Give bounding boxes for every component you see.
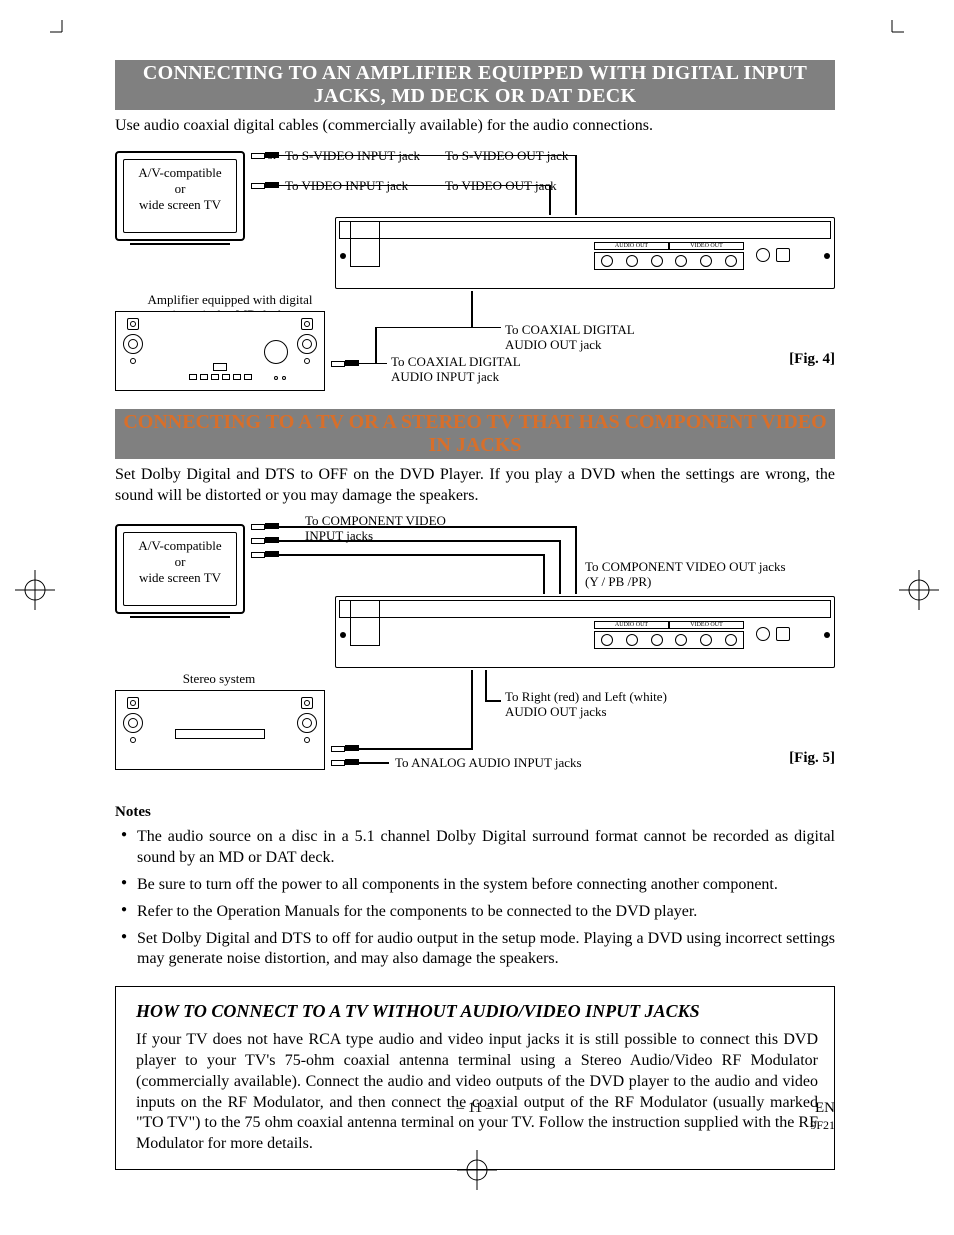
component-out-label: To COMPONENT VIDEO OUT jacks (Y / PB /PR… [585,560,786,590]
tv-label: or [117,554,243,570]
or-label: or [267,149,277,163]
dvd-player-icon: AUDIO OUTVIDEO OUT [335,596,835,668]
stereo-caption: Stereo system [159,672,279,687]
plug-icon [251,522,279,530]
coax-in-label: To COAXIAL DIGITAL AUDIO INPUT jack [391,355,521,385]
note-item: Be sure to turn off the power to all com… [125,875,835,896]
figure-number: [Fig. 4] [789,351,835,368]
jack-panel: AUDIO OUTVIDEO OUT [594,621,744,663]
figure-5: A/V-compatible or wide screen TV To COMP… [115,514,835,794]
stereo-system-icon [115,690,325,770]
plug-icon [331,744,359,752]
tv-label: A/V-compatible [117,165,243,181]
analog-audio-in-label: To ANALOG AUDIO INPUT jacks [395,756,582,771]
figure-4: A/V-compatible or wide screen TV or To S… [115,145,835,405]
tv-icon: A/V-compatible or wide screen TV [115,524,245,614]
plug-icon [251,181,279,189]
notes-section: Notes The audio source on a disc in a 5.… [115,804,835,970]
figure-number: [Fig. 5] [789,750,835,767]
note-item: Set Dolby Digital and DTS to off for aud… [125,929,835,971]
tv-label: or [117,181,243,197]
page-number: – 11 – [457,1100,494,1117]
intro-text: Use audio coaxial digital cables (commer… [115,116,835,137]
registration-mark-icon [899,570,939,615]
plug-icon [251,536,279,544]
howto-title: HOW TO CONNECT TO A TV WITHOUT AUDIO/VID… [136,1001,818,1022]
note-item: The audio source on a disc in a 5.1 chan… [125,827,835,869]
tv-label: wide screen TV [117,570,243,586]
tv-label: A/V-compatible [117,538,243,554]
section-banner: CONNECTING TO A TV OR A STEREO TV THAT H… [115,409,835,459]
coax-out-label: To COAXIAL DIGITAL AUDIO OUT jack [505,323,635,353]
crop-mark-icon [50,20,76,46]
amplifier-icon [115,311,325,391]
intro-text: Set Dolby Digital and DTS to OFF on the … [115,465,835,507]
jack-panel: AUDIO OUTVIDEO OUT [594,242,744,284]
tv-icon: A/V-compatible or wide screen TV [115,151,245,241]
audio-out-label: To Right (red) and Left (white) AUDIO OU… [505,690,667,720]
notes-heading: Notes [115,804,835,821]
dvd-player-icon: AUDIO OUTVIDEO OUT [335,217,835,289]
plug-icon [331,359,359,367]
plug-icon [331,758,359,766]
howto-box: HOW TO CONNECT TO A TV WITHOUT AUDIO/VID… [115,986,835,1170]
plug-icon [251,550,279,558]
section-banner: CONNECTING TO AN AMPLIFIER EQUIPPED WITH… [115,60,835,110]
crop-mark-icon [878,20,904,46]
note-item: Refer to the Operation Manuals for the c… [125,902,835,923]
footer-lang: EN 9F21 [810,1100,835,1133]
howto-body: If your TV does not have RCA type audio … [136,1030,818,1155]
tv-label: wide screen TV [117,197,243,213]
registration-mark-icon [15,570,55,615]
